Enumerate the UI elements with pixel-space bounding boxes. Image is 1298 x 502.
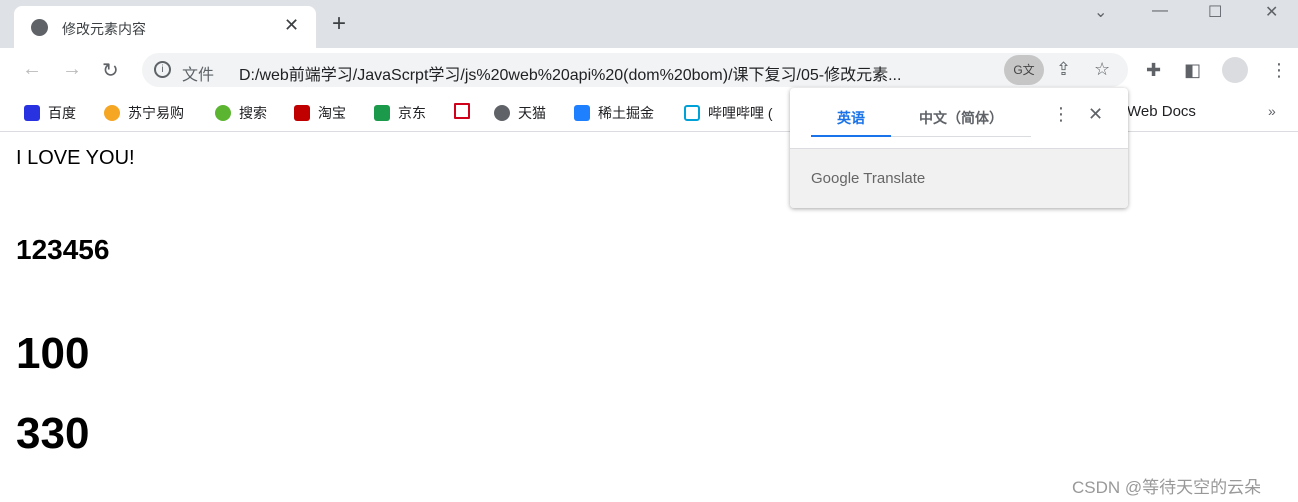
close-window-button[interactable]: ✕ [1265,2,1278,22]
bookmark-label: 哔哩哔哩 ( [708,105,773,121]
more-bookmarks-icon[interactable]: » [1268,103,1276,119]
profile-avatar[interactable] [1222,57,1248,83]
bookmark-mdn[interactable]: Web Docs [1127,103,1196,120]
suning-icon [104,105,120,121]
bookmark-tmall[interactable]: 天猫 [494,103,546,123]
bookmark-label: 稀土掘金 [598,105,654,121]
tab-target-language[interactable]: 中文（简体） [891,108,1031,137]
pin-icon [454,103,470,119]
bookmark-label: 淘宝 [318,105,346,121]
scheme-label: 文件 [182,67,215,84]
bookmark-label: 京东 [398,105,426,121]
watermark: CSDN @等待天空的云朵 [1072,478,1262,497]
side-panel-icon[interactable]: ◧ [1184,60,1201,81]
tab-source-language[interactable]: 英语 [811,108,891,137]
bookmark-label: 百度 [48,105,76,121]
bilibili-icon [684,105,700,121]
juejin-icon [574,105,590,121]
menu-icon[interactable]: ⋮ [1270,60,1288,81]
share-icon[interactable]: ⇪ [1056,59,1071,80]
info-icon[interactable]: i [154,61,171,78]
bookmark-label: Web Docs [1127,103,1196,120]
globe-icon [494,105,510,121]
taobao-icon [294,105,310,121]
bookmark-jd[interactable]: 京东 [374,103,426,123]
new-tab-button[interactable]: + [332,10,346,38]
popup-footer: Google Translate [790,148,1128,208]
forward-button[interactable]: → [62,58,82,81]
close-popup-icon[interactable]: ✕ [1088,104,1103,125]
url-text[interactable]: D:/web前端学习/JavaScrpt学习/js%20web%20api%20… [239,61,1004,85]
bookmark-label: 搜索 [239,105,267,121]
browser-tab[interactable]: 修改元素内容 ✕ [14,6,316,48]
bookmark-taobao[interactable]: 淘宝 [294,103,346,123]
google-translate-logo: Google Translate [811,170,926,187]
tab-title: 修改元素内容 [62,21,146,37]
baidu-icon [24,105,40,121]
text-100: 100 [16,329,90,378]
ie-icon [215,105,231,121]
extensions-icon[interactable]: ✚ [1146,60,1161,81]
bookmark-label: 苏宁易购 [128,105,184,121]
jd-icon [374,105,390,121]
minimize-button[interactable]: — [1152,2,1168,20]
back-button[interactable]: ← [22,58,42,81]
address-bar[interactable]: i 文件 D:/web前端学习/JavaScrpt学习/js%20web%20a… [142,53,1128,87]
bookmark-search[interactable]: 搜索 [215,103,267,123]
bookmark-juejin[interactable]: 稀土掘金 [574,103,654,123]
translate-icon[interactable]: G文 [1004,55,1044,85]
bookmark-star-icon[interactable]: ☆ [1094,59,1110,80]
bookmark-label: 天猫 [518,105,546,121]
close-tab-icon[interactable]: ✕ [284,15,299,36]
tab-search-icon[interactable]: ⌄ [1094,2,1107,22]
bookmark-suning[interactable]: 苏宁易购 [104,103,184,123]
text-330: 330 [16,409,90,458]
maximize-button[interactable]: ☐ [1208,2,1222,22]
more-options-icon[interactable]: ⋮ [1052,104,1070,125]
text-love: I LOVE YOU! [16,147,135,169]
bookmark-pin[interactable] [454,103,478,119]
tab-strip: 修改元素内容 ✕ + ⌄ — ☐ ✕ [0,0,1298,48]
globe-icon [31,19,48,36]
reload-button[interactable]: ↻ [102,58,119,83]
bookmark-bilibili[interactable]: 哔哩哔哩 ( [684,103,773,123]
translate-popup: 英语 中文（简体） ⋮ ✕ Google Translate [790,88,1128,208]
bookmark-baidu[interactable]: 百度 [24,103,76,123]
text-123456: 123456 [16,234,110,265]
